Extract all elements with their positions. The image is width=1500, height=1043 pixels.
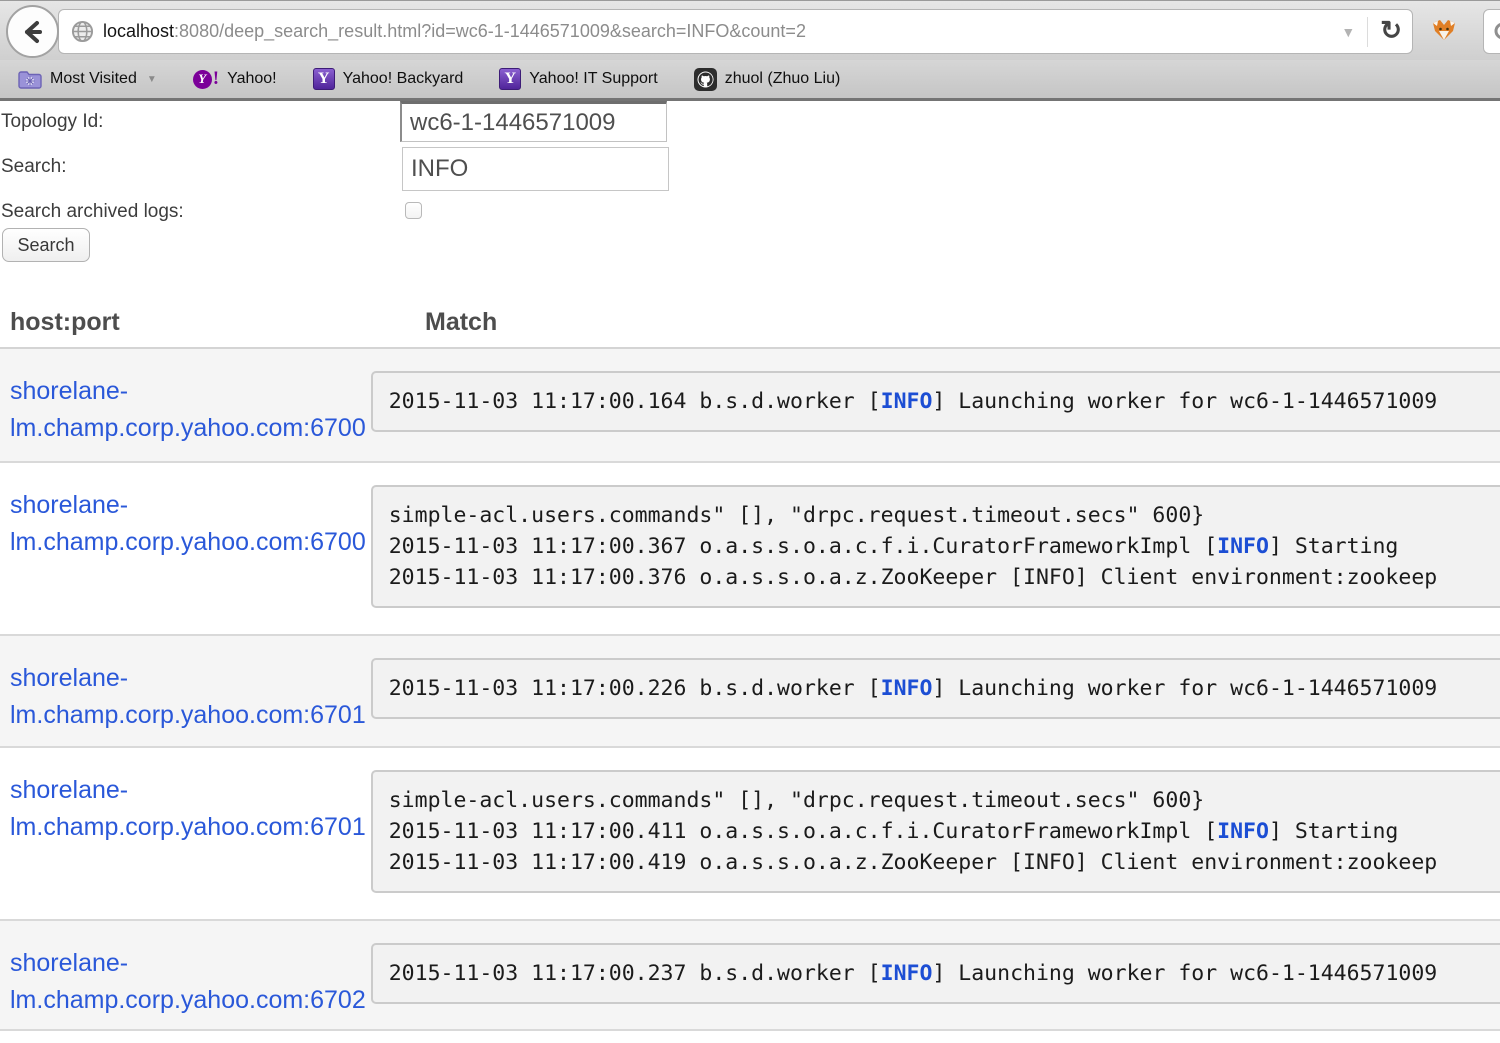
bookmarks-bar: Most Visited ▼ Y! Yahoo! Y Yahoo! Backya…	[0, 60, 1500, 101]
search-label: Search:	[1, 156, 66, 178]
host-port-cell: shorelane-lm.champ.corp.yahoo.com:6702	[0, 921, 371, 1029]
bookmark-label: Yahoo! Backyard	[343, 70, 464, 88]
yahoo-y-icon: Y	[313, 68, 335, 90]
results-header: host:port Match	[0, 301, 1500, 349]
back-button[interactable]	[6, 5, 59, 58]
url-separator	[1367, 17, 1368, 47]
host-port-cell: shorelane-lm.champ.corp.yahoo.com:6701	[0, 748, 371, 919]
bookmark-most-visited[interactable]: Most Visited ▼	[18, 70, 157, 89]
back-arrow-icon	[18, 17, 48, 47]
match-highlight: INFO	[881, 389, 933, 414]
host-port-link[interactable]: shorelane-lm.champ.corp.yahoo.com:6702	[10, 949, 366, 1014]
url-text: localhost:8080/deep_search_result.html?i…	[103, 21, 1335, 42]
bookmark-github-zhuol[interactable]: zhuol (Zhuo Liu)	[694, 68, 841, 91]
browser-toolbar: localhost:8080/deep_search_result.html?i…	[0, 0, 1500, 60]
bookmark-label: Most Visited	[50, 70, 137, 88]
log-line: 2015-11-03 11:17:00.226 b.s.d.worker [IN…	[389, 673, 1500, 704]
topology-id-input[interactable]	[400, 101, 667, 142]
chevron-down-icon: ▼	[147, 74, 157, 85]
result-row: shorelane-lm.champ.corp.yahoo.com:6701 si…	[0, 746, 1500, 919]
archived-logs-checkbox[interactable]	[405, 202, 422, 219]
match-highlight: INFO	[1217, 534, 1269, 559]
host-port-link[interactable]: shorelane-lm.champ.corp.yahoo.com:6701	[10, 776, 366, 841]
bookmark-yahoo-backyard[interactable]: Y Yahoo! Backyard	[313, 68, 464, 90]
log-match-box: simple-acl.users.commands" [], "drpc.req…	[371, 770, 1500, 893]
result-row: shorelane-lm.champ.corp.yahoo.com:6701 20…	[0, 634, 1500, 746]
bookmark-yahoo[interactable]: Y! Yahoo!	[193, 68, 277, 90]
log-match-box: 2015-11-03 11:17:00.237 b.s.d.worker [IN…	[371, 943, 1500, 1004]
log-line: 2015-11-03 11:17:00.419 o.a.s.s.o.a.z.Zo…	[389, 847, 1500, 878]
host-port-cell: shorelane-lm.champ.corp.yahoo.com:6700	[0, 463, 371, 634]
log-line: 2015-11-03 11:17:00.237 b.s.d.worker [IN…	[389, 958, 1500, 989]
github-icon	[694, 68, 717, 91]
folder-icon	[18, 70, 42, 89]
search-form: Topology Id: Search: Search archived log…	[0, 101, 1500, 301]
log-line: 2015-11-03 11:17:00.367 o.a.s.s.o.a.c.f.…	[389, 531, 1500, 562]
match-cell: 2015-11-03 11:17:00.237 b.s.d.worker [IN…	[371, 921, 1500, 1029]
search-button[interactable]: Search	[2, 228, 90, 262]
fox-extension-icon[interactable]	[1430, 17, 1458, 50]
bookmark-yahoo-it-support[interactable]: Y Yahoo! IT Support	[499, 68, 657, 90]
address-bar[interactable]: localhost:8080/deep_search_result.html?i…	[58, 9, 1413, 54]
host-port-cell: shorelane-lm.champ.corp.yahoo.com:6700	[0, 349, 371, 461]
result-row: shorelane-lm.champ.corp.yahoo.com:6702 20…	[0, 919, 1500, 1031]
url-dropdown-icon[interactable]: ▼	[1341, 24, 1355, 40]
yahoo-y-icon: Y	[499, 68, 521, 90]
bookmark-label: Yahoo!	[227, 70, 277, 88]
search-bar-partial[interactable]	[1483, 9, 1500, 54]
reload-icon[interactable]: ↻	[1380, 17, 1402, 43]
match-cell: 2015-11-03 11:17:00.164 b.s.d.worker [IN…	[371, 349, 1500, 461]
magnifier-icon	[1493, 21, 1500, 43]
log-match-box: 2015-11-03 11:17:00.226 b.s.d.worker [IN…	[371, 658, 1500, 719]
host-port-link[interactable]: shorelane-lm.champ.corp.yahoo.com:6700	[10, 377, 366, 442]
log-match-box: simple-acl.users.commands" [], "drpc.req…	[371, 485, 1500, 608]
results-rows: shorelane-lm.champ.corp.yahoo.com:6700 20…	[0, 349, 1500, 1031]
match-cell: simple-acl.users.commands" [], "drpc.req…	[371, 463, 1500, 634]
match-cell: simple-acl.users.commands" [], "drpc.req…	[371, 748, 1500, 919]
log-line: 2015-11-03 11:17:00.376 o.a.s.s.o.a.z.Zo…	[389, 562, 1500, 593]
search-input[interactable]	[402, 147, 669, 191]
topology-id-label: Topology Id:	[1, 111, 103, 133]
result-row: shorelane-lm.champ.corp.yahoo.com:6700 si…	[0, 461, 1500, 634]
log-match-box: 2015-11-03 11:17:00.164 b.s.d.worker [IN…	[371, 371, 1500, 432]
url-domain: localhost	[103, 21, 174, 41]
host-port-link[interactable]: shorelane-lm.champ.corp.yahoo.com:6700	[10, 491, 366, 556]
globe-icon	[71, 20, 94, 43]
host-port-cell: shorelane-lm.champ.corp.yahoo.com:6701	[0, 636, 371, 746]
bookmark-label: Yahoo! IT Support	[529, 70, 657, 88]
log-line: 2015-11-03 11:17:00.411 o.a.s.s.o.a.c.f.…	[389, 816, 1500, 847]
match-highlight: INFO	[1217, 819, 1269, 844]
url-path: :8080/deep_search_result.html?id=wc6-1-1…	[174, 21, 806, 41]
host-port-link[interactable]: shorelane-lm.champ.corp.yahoo.com:6701	[10, 664, 366, 729]
log-line: simple-acl.users.commands" [], "drpc.req…	[389, 785, 1500, 816]
log-line: 2015-11-03 11:17:00.164 b.s.d.worker [IN…	[389, 386, 1500, 417]
column-header-match: Match	[425, 308, 497, 347]
bookmark-label: zhuol (Zhuo Liu)	[725, 70, 841, 88]
result-row: shorelane-lm.champ.corp.yahoo.com:6700 20…	[0, 349, 1500, 461]
column-header-host-port: host:port	[0, 308, 425, 347]
page-content: Topology Id: Search: Search archived log…	[0, 101, 1500, 1040]
log-line: simple-acl.users.commands" [], "drpc.req…	[389, 500, 1500, 531]
yahoo-icon: Y!	[193, 68, 219, 90]
match-highlight: INFO	[881, 961, 933, 986]
match-cell: 2015-11-03 11:17:00.226 b.s.d.worker [IN…	[371, 636, 1500, 746]
match-highlight: INFO	[881, 676, 933, 701]
archived-logs-label: Search archived logs:	[1, 201, 184, 223]
